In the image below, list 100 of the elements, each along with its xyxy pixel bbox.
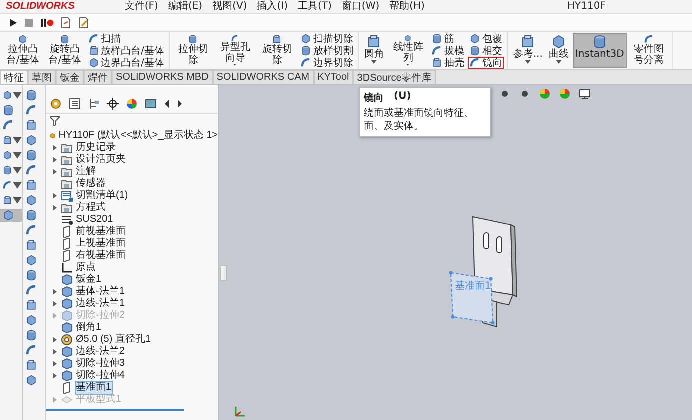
tree-item[interactable]: 边线-法兰2 <box>76 346 125 358</box>
menu-item[interactable]: 帮助(H) <box>390 0 425 12</box>
cube-icon[interactable] <box>26 195 37 206</box>
toolbar-button[interactable]: 拔模 <box>430 45 466 57</box>
tree-item[interactable]: 注解 <box>76 166 96 178</box>
block-icon[interactable] <box>26 240 37 251</box>
document-icon[interactable] <box>60 16 72 28</box>
filter-icon[interactable] <box>50 116 60 126</box>
tree-item[interactable]: 前视基准面 <box>76 226 126 238</box>
reference-plane-drawing[interactable] <box>449 271 495 325</box>
expand-arrow-icon[interactable] <box>52 205 58 211</box>
tree-item[interactable]: HY110F (默认<<默认>_显示状态 1> <box>58 130 218 142</box>
toolbar-button[interactable]: 边界切除 <box>299 57 356 69</box>
toolbar-button[interactable]: 放样凸台/基体 <box>87 45 166 57</box>
tree-item[interactable]: 切除-拉伸3 <box>76 358 125 370</box>
tab[interactable]: SOLIDWORKS MBD <box>112 70 213 84</box>
sweep-icon[interactable] <box>26 105 37 116</box>
sweep-icon[interactable] <box>3 120 14 131</box>
tab[interactable]: 草图 <box>28 70 56 84</box>
tree-item[interactable]: 切割清单(1) <box>76 190 128 202</box>
tree-item[interactable]: 传感器 <box>76 178 106 190</box>
cylinder-icon[interactable] <box>26 210 37 221</box>
toolbar-button[interactable]: 拉伸凸台/基体 <box>3 33 43 68</box>
play-icon[interactable] <box>8 18 18 28</box>
monitor-icon[interactable] <box>579 88 591 100</box>
display-icon[interactable] <box>145 98 157 110</box>
toolbar-button[interactable]: 旋转凸台/基体 <box>45 33 85 68</box>
stop-icon[interactable] <box>24 18 34 28</box>
tab[interactable]: 特征 <box>0 70 28 84</box>
document-edit-icon[interactable] <box>78 16 90 28</box>
menu-item[interactable]: 编辑(E) <box>168 0 203 12</box>
tree-item[interactable]: 倒角1 <box>76 322 102 334</box>
sweep-icon[interactable] <box>3 180 12 191</box>
view-icon[interactable] <box>499 88 511 100</box>
expand-arrow-icon[interactable] <box>52 349 58 355</box>
expand-arrow-icon[interactable] <box>52 145 58 151</box>
tree-item[interactable]: 钣金1 <box>76 274 102 286</box>
expand-arrow-icon[interactable] <box>52 361 58 367</box>
toolbar-button[interactable]: 旋转切除 <box>257 33 298 68</box>
toolbar-button[interactable]: 包覆 <box>468 33 504 45</box>
block-icon[interactable] <box>3 195 12 206</box>
collapse-handle[interactable] <box>220 265 227 281</box>
menu-item[interactable]: 视图(V) <box>212 0 248 12</box>
tab[interactable]: 焊件 <box>84 70 112 84</box>
scene-icon[interactable] <box>559 88 571 100</box>
cube-icon[interactable] <box>26 135 37 146</box>
expand-arrow-icon[interactable] <box>52 157 58 163</box>
tree-icon[interactable] <box>88 98 100 110</box>
expand-arrow-icon[interactable] <box>52 337 58 343</box>
tree-item[interactable]: 方程式 <box>76 202 106 214</box>
toolbar-button[interactable]: 抽壳 <box>430 57 466 69</box>
menu-item[interactable]: 窗口(W) <box>342 0 380 12</box>
cylinder-icon[interactable] <box>26 150 37 161</box>
toolbar-button[interactable]: 异型孔向导 <box>215 33 256 68</box>
tab[interactable]: KYTool <box>314 70 354 84</box>
expand-arrow-icon[interactable] <box>52 193 58 199</box>
toolbar-button[interactable]: 拉伸切除 <box>173 33 214 68</box>
toolbar-button[interactable]: 曲线 <box>546 33 571 68</box>
expand-arrow-icon[interactable] <box>52 289 58 295</box>
toolbar-button[interactable]: 扫描切除 <box>299 33 356 45</box>
toolbar-button[interactable]: 零件图号分离 <box>628 33 669 68</box>
toolbar-button[interactable]: 放样切割 <box>299 45 356 57</box>
pause-record-icon[interactable] <box>40 18 54 28</box>
toolbar-button[interactable]: 筋 <box>430 33 466 45</box>
toolbar-button[interactable]: 参考... <box>511 33 545 68</box>
toolbar-button[interactable]: 镜向 <box>468 57 504 69</box>
toggle-button[interactable]: Instant3D <box>572 33 627 68</box>
crosshair-icon[interactable] <box>107 98 119 110</box>
cube-icon[interactable] <box>3 90 12 101</box>
tree-item[interactable]: Ø5.0 (5) 直径孔1 <box>76 334 152 346</box>
cylinder-icon[interactable] <box>26 330 37 341</box>
toolbar-button[interactable]: 相交 <box>468 45 504 57</box>
tree-item[interactable]: 切除-拉伸4 <box>76 370 125 382</box>
display-style-icon[interactable] <box>519 88 531 100</box>
cube-icon[interactable] <box>26 255 37 266</box>
expand-arrow-icon[interactable] <box>52 301 58 307</box>
menu-item[interactable]: 文件(F) <box>124 0 158 12</box>
sweep-icon[interactable] <box>26 285 37 296</box>
tab[interactable]: 钣金 <box>56 70 84 84</box>
menu-item[interactable]: 插入(I) <box>257 0 288 12</box>
cylinder-icon[interactable] <box>3 105 14 116</box>
sweep-icon[interactable] <box>26 345 37 356</box>
arrow-right-icon[interactable] <box>177 100 183 108</box>
expand-arrow-icon[interactable] <box>52 169 58 175</box>
list-icon[interactable] <box>69 98 81 110</box>
tree-item[interactable]: 右视基准面 <box>76 250 126 262</box>
appearance-icon[interactable] <box>539 88 551 100</box>
tab[interactable]: 3DSource零件库 <box>353 70 436 84</box>
cube-icon[interactable] <box>26 375 37 386</box>
tree-item[interactable]: SUS201 <box>76 214 114 226</box>
toolbar-button[interactable]: 边界凸台/基体 <box>87 57 166 69</box>
sweep-icon[interactable] <box>26 165 37 176</box>
sweep-icon[interactable] <box>26 225 37 236</box>
tree-item[interactable]: 设计活页夹 <box>76 154 126 166</box>
tree-item[interactable]: 原点 <box>76 262 96 274</box>
menu-item[interactable]: 工具(T) <box>298 0 332 12</box>
color-wheel-icon[interactable] <box>126 98 138 110</box>
cube-icon[interactable] <box>3 210 14 221</box>
tree-item[interactable]: 基准面1 <box>76 382 112 394</box>
tree-item[interactable]: 边线-法兰1 <box>76 298 125 310</box>
